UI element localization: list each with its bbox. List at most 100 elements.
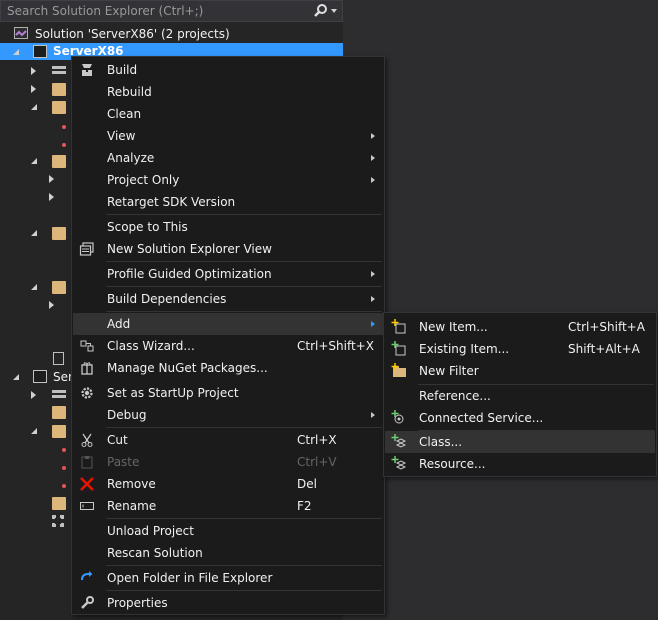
references-icon [52,66,66,74]
menu-item-build[interactable]: Build [73,59,383,81]
collapse-arrow-icon[interactable] [31,428,37,434]
submenu-arrow-icon [371,271,375,277]
menu-item-retarget-sdk[interactable]: Retarget SDK Version [73,191,383,213]
class-wizard-icon [80,340,94,352]
submenu-arrow-icon [371,133,375,139]
menu-item-remove[interactable]: Remove Del [73,473,383,495]
menu-item-project-only[interactable]: Project Only [73,169,383,191]
menu-item-rename[interactable]: Rename F2 [73,495,383,517]
menu-separator [106,427,382,428]
menu-separator [106,214,382,215]
menu-separator [106,286,382,287]
collapse-arrow-icon[interactable] [31,230,37,236]
search-icon[interactable] [312,3,330,19]
menu-item-new-solution-explorer-view[interactable]: New Solution Explorer View [73,238,383,260]
menu-separator [106,565,382,566]
collapse-arrow-icon[interactable] [31,284,37,290]
expand-arrow-icon[interactable] [31,85,36,93]
expand-arrow-icon[interactable] [31,67,36,75]
menu-separator [106,261,382,262]
folder-icon [52,83,66,96]
menu-item-debug[interactable]: Debug [73,404,383,426]
expand-arrow-icon[interactable] [49,175,54,183]
collapse-arrow-icon[interactable] [13,374,19,380]
project-label: Ser [53,370,73,384]
new-folder-icon [391,363,406,377]
menu-item-connected-service[interactable]: Connected Service... [385,407,655,429]
menu-item-properties[interactable]: Properties [73,592,383,614]
folder-icon [52,227,66,240]
menu-item-scope-to-this[interactable]: Scope to This [73,216,383,238]
search-box[interactable]: Search Solution Explorer (Ctrl+;) [0,0,343,22]
search-options-dropdown-icon[interactable] [331,9,337,13]
references-icon [52,390,66,398]
new-item-icon [391,319,406,334]
menu-item-resource[interactable]: Resource... [385,453,655,475]
add-submenu: New Item... Ctrl+Shift+A Existing Item..… [383,312,657,477]
menu-item-set-startup[interactable]: Set as StartUp Project [73,382,383,404]
menu-item-new-filter[interactable]: New Filter [385,360,655,382]
collapse-arrow-icon[interactable] [31,104,37,110]
folder-icon [52,155,66,168]
submenu-arrow-icon [371,412,375,418]
search-input[interactable]: Search Solution Explorer (Ctrl+;) [7,4,203,18]
menu-item-unload-project[interactable]: Unload Project [73,520,383,542]
menu-separator [106,311,382,312]
folder-icon [52,425,66,438]
file-icon [53,352,64,365]
menu-item-build-dependencies[interactable]: Build Dependencies [73,288,383,310]
submenu-arrow-icon [371,296,375,302]
menu-separator [106,518,382,519]
project-context-menu: Build Rebuild Clean View Analyze Project… [71,56,385,615]
file-error-icon [62,448,66,452]
build-icon [82,64,92,76]
menu-item-clean[interactable]: Clean [73,103,383,125]
expand-arrow-icon[interactable] [49,301,54,309]
menu-item-existing-item[interactable]: Existing Item... Shift+Alt+A [385,338,655,360]
menu-item-rebuild[interactable]: Rebuild [73,81,383,103]
connected-service-icon [391,410,404,424]
existing-item-icon [391,341,406,356]
add-class-icon [391,434,407,448]
gear-icon [81,387,93,399]
nuget-package-icon [81,362,93,375]
folder-icon [52,497,66,510]
submenu-arrow-icon [371,177,375,183]
menu-item-view[interactable]: View [73,125,383,147]
menu-item-profile-guided-optimization[interactable]: Profile Guided Optimization [73,263,383,285]
file-error-icon [62,484,66,488]
menu-item-new-item[interactable]: New Item... Ctrl+Shift+A [385,316,655,338]
scissors-icon [81,433,93,447]
expand-arrow-icon[interactable] [31,391,36,399]
tree-project-node[interactable]: Ser [0,368,80,386]
menu-item-add[interactable]: Add [73,313,383,335]
menu-item-cut[interactable]: Cut Ctrl+X [73,429,383,451]
rename-icon [80,502,94,510]
wrench-icon [81,596,94,609]
external-deps-icon [52,515,64,527]
file-error-icon [62,143,66,147]
new-window-icon [79,242,94,256]
folder-icon [52,406,66,419]
solution-label: Solution 'ServerX86' (2 projects) [35,27,230,41]
project-icon [33,45,47,58]
collapse-arrow-icon[interactable] [31,158,37,164]
folder-icon [52,281,66,294]
clipboard-icon [81,456,93,469]
folder-icon [52,101,66,114]
file-error-icon [62,466,66,470]
submenu-arrow-icon [371,155,375,161]
menu-separator [106,590,382,591]
file-error-icon [62,125,66,129]
solution-icon [14,27,28,39]
menu-item-manage-nuget[interactable]: Manage NuGet Packages... [73,357,383,379]
menu-item-open-folder[interactable]: Open Folder in File Explorer [73,567,383,589]
menu-item-class-wizard[interactable]: Class Wizard... Ctrl+Shift+X [73,335,383,357]
remove-x-icon [80,477,94,491]
collapse-arrow-icon[interactable] [13,49,19,55]
menu-item-reference[interactable]: Reference... [385,385,655,407]
expand-arrow-icon[interactable] [49,193,54,201]
menu-item-class[interactable]: Class... [385,431,655,453]
menu-item-analyze[interactable]: Analyze [73,147,383,169]
menu-item-rescan-solution[interactable]: Rescan Solution [73,542,383,564]
